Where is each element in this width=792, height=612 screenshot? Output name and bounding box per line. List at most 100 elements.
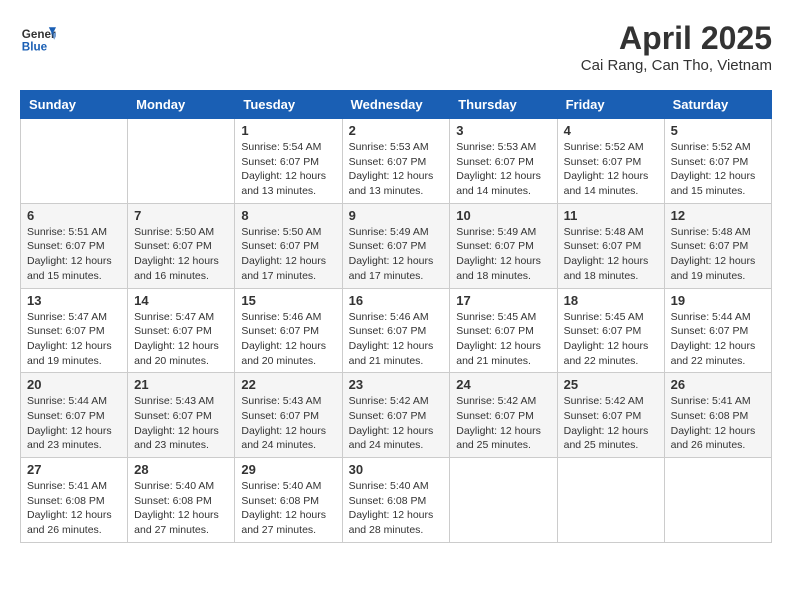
calendar-cell: 30 Sunrise: 5:40 AM Sunset: 6:08 PM Dayli… xyxy=(342,458,450,543)
day-info: Sunrise: 5:52 AM Sunset: 6:07 PM Dayligh… xyxy=(564,140,658,199)
day-info: Sunrise: 5:54 AM Sunset: 6:07 PM Dayligh… xyxy=(241,140,335,199)
day-info: Sunrise: 5:53 AM Sunset: 6:07 PM Dayligh… xyxy=(456,140,550,199)
calendar-table: SundayMondayTuesdayWednesdayThursdayFrid… xyxy=(20,90,772,543)
day-number: 26 xyxy=(671,377,765,392)
calendar-cell xyxy=(450,458,557,543)
day-number: 15 xyxy=(241,293,335,308)
title-block: April 2025 Cai Rang, Can Tho, Vietnam xyxy=(581,20,772,74)
day-info: Sunrise: 5:50 AM Sunset: 6:07 PM Dayligh… xyxy=(241,225,335,284)
day-number: 8 xyxy=(241,208,335,223)
calendar-cell: 22 Sunrise: 5:43 AM Sunset: 6:07 PM Dayli… xyxy=(235,373,342,458)
calendar-day-header: Wednesday xyxy=(342,91,450,119)
calendar-week-row: 20 Sunrise: 5:44 AM Sunset: 6:07 PM Dayli… xyxy=(21,373,772,458)
logo: General Blue xyxy=(20,20,56,56)
day-number: 28 xyxy=(134,462,228,477)
day-number: 6 xyxy=(27,208,121,223)
day-number: 19 xyxy=(671,293,765,308)
day-number: 9 xyxy=(349,208,444,223)
day-info: Sunrise: 5:48 AM Sunset: 6:07 PM Dayligh… xyxy=(564,225,658,284)
day-number: 2 xyxy=(349,123,444,138)
calendar-cell: 8 Sunrise: 5:50 AM Sunset: 6:07 PM Daylig… xyxy=(235,203,342,288)
calendar-cell: 11 Sunrise: 5:48 AM Sunset: 6:07 PM Dayli… xyxy=(557,203,664,288)
month-title: April 2025 xyxy=(581,20,772,57)
calendar-cell: 12 Sunrise: 5:48 AM Sunset: 6:07 PM Dayli… xyxy=(664,203,771,288)
calendar-cell: 27Sunrise: 5:41 AM Sunset: 6:08 PM Dayli… xyxy=(21,458,128,543)
day-info: Sunrise: 5:42 AM Sunset: 6:07 PM Dayligh… xyxy=(349,394,444,453)
day-number: 16 xyxy=(349,293,444,308)
day-info: Sunrise: 5:49 AM Sunset: 6:07 PM Dayligh… xyxy=(349,225,444,284)
calendar-cell: 6 Sunrise: 5:51 AM Sunset: 6:07 PM Daylig… xyxy=(21,203,128,288)
day-info: Sunrise: 5:45 AM Sunset: 6:07 PM Dayligh… xyxy=(456,310,550,369)
day-info: Sunrise: 5:43 AM Sunset: 6:07 PM Dayligh… xyxy=(241,394,335,453)
calendar-cell: 7Sunrise: 5:50 AM Sunset: 6:07 PM Daylig… xyxy=(128,203,235,288)
day-info: Sunrise: 5:47 AM Sunset: 6:07 PM Dayligh… xyxy=(134,310,228,369)
calendar-cell: 23 Sunrise: 5:42 AM Sunset: 6:07 PM Dayli… xyxy=(342,373,450,458)
day-info: Sunrise: 5:42 AM Sunset: 6:07 PM Dayligh… xyxy=(456,394,550,453)
calendar-cell: 17 Sunrise: 5:45 AM Sunset: 6:07 PM Dayli… xyxy=(450,288,557,373)
calendar-cell xyxy=(557,458,664,543)
day-info: Sunrise: 5:41 AM Sunset: 6:08 PM Dayligh… xyxy=(27,479,121,538)
day-number: 12 xyxy=(671,208,765,223)
day-info: Sunrise: 5:49 AM Sunset: 6:07 PM Dayligh… xyxy=(456,225,550,284)
calendar-cell: 13 Sunrise: 5:47 AM Sunset: 6:07 PM Dayli… xyxy=(21,288,128,373)
calendar-day-header: Sunday xyxy=(21,91,128,119)
day-number: 3 xyxy=(456,123,550,138)
day-number: 24 xyxy=(456,377,550,392)
calendar-cell: 15 Sunrise: 5:46 AM Sunset: 6:07 PM Dayli… xyxy=(235,288,342,373)
day-info: Sunrise: 5:46 AM Sunset: 6:07 PM Dayligh… xyxy=(241,310,335,369)
day-number: 18 xyxy=(564,293,658,308)
day-number: 7 xyxy=(134,208,228,223)
day-number: 17 xyxy=(456,293,550,308)
day-info: Sunrise: 5:42 AM Sunset: 6:07 PM Dayligh… xyxy=(564,394,658,453)
svg-text:Blue: Blue xyxy=(22,41,48,54)
day-number: 23 xyxy=(349,377,444,392)
calendar-cell: 16Sunrise: 5:46 AM Sunset: 6:07 PM Dayli… xyxy=(342,288,450,373)
day-info: Sunrise: 5:47 AM Sunset: 6:07 PM Dayligh… xyxy=(27,310,121,369)
calendar-week-row: 13 Sunrise: 5:47 AM Sunset: 6:07 PM Dayli… xyxy=(21,288,772,373)
day-number: 25 xyxy=(564,377,658,392)
day-number: 29 xyxy=(241,462,335,477)
calendar-cell: 9 Sunrise: 5:49 AM Sunset: 6:07 PM Daylig… xyxy=(342,203,450,288)
calendar-week-row: 1 Sunrise: 5:54 AM Sunset: 6:07 PM Daylig… xyxy=(21,119,772,204)
calendar-cell: 25 Sunrise: 5:42 AM Sunset: 6:07 PM Dayli… xyxy=(557,373,664,458)
day-info: Sunrise: 5:51 AM Sunset: 6:07 PM Dayligh… xyxy=(27,225,121,284)
calendar-week-row: 27Sunrise: 5:41 AM Sunset: 6:08 PM Dayli… xyxy=(21,458,772,543)
day-info: Sunrise: 5:48 AM Sunset: 6:07 PM Dayligh… xyxy=(671,225,765,284)
calendar-cell: 20 Sunrise: 5:44 AM Sunset: 6:07 PM Dayli… xyxy=(21,373,128,458)
calendar-cell xyxy=(21,119,128,204)
day-info: Sunrise: 5:43 AM Sunset: 6:07 PM Dayligh… xyxy=(134,394,228,453)
calendar-cell: 5 Sunrise: 5:52 AM Sunset: 6:07 PM Daylig… xyxy=(664,119,771,204)
calendar-cell xyxy=(128,119,235,204)
day-number: 14 xyxy=(134,293,228,308)
day-number: 10 xyxy=(456,208,550,223)
day-info: Sunrise: 5:45 AM Sunset: 6:07 PM Dayligh… xyxy=(564,310,658,369)
day-number: 30 xyxy=(349,462,444,477)
day-info: Sunrise: 5:40 AM Sunset: 6:08 PM Dayligh… xyxy=(134,479,228,538)
calendar-cell xyxy=(664,458,771,543)
calendar-cell: 21 Sunrise: 5:43 AM Sunset: 6:07 PM Dayli… xyxy=(128,373,235,458)
day-number: 21 xyxy=(134,377,228,392)
day-number: 13 xyxy=(27,293,121,308)
calendar-day-header: Tuesday xyxy=(235,91,342,119)
calendar-cell: 3 Sunrise: 5:53 AM Sunset: 6:07 PM Daylig… xyxy=(450,119,557,204)
day-number: 22 xyxy=(241,377,335,392)
day-number: 20 xyxy=(27,377,121,392)
day-info: Sunrise: 5:44 AM Sunset: 6:07 PM Dayligh… xyxy=(27,394,121,453)
calendar-cell: 28 Sunrise: 5:40 AM Sunset: 6:08 PM Dayli… xyxy=(128,458,235,543)
calendar-day-header: Friday xyxy=(557,91,664,119)
day-info: Sunrise: 5:40 AM Sunset: 6:08 PM Dayligh… xyxy=(349,479,444,538)
day-number: 11 xyxy=(564,208,658,223)
calendar-cell: 29 Sunrise: 5:40 AM Sunset: 6:08 PM Dayli… xyxy=(235,458,342,543)
day-info: Sunrise: 5:40 AM Sunset: 6:08 PM Dayligh… xyxy=(241,479,335,538)
calendar-day-header: Saturday xyxy=(664,91,771,119)
calendar-cell: 19Sunrise: 5:44 AM Sunset: 6:07 PM Dayli… xyxy=(664,288,771,373)
location-subtitle: Cai Rang, Can Tho, Vietnam xyxy=(581,57,772,74)
day-number: 1 xyxy=(241,123,335,138)
calendar-week-row: 6 Sunrise: 5:51 AM Sunset: 6:07 PM Daylig… xyxy=(21,203,772,288)
day-number: 5 xyxy=(671,123,765,138)
calendar-cell: 1 Sunrise: 5:54 AM Sunset: 6:07 PM Daylig… xyxy=(235,119,342,204)
day-info: Sunrise: 5:52 AM Sunset: 6:07 PM Dayligh… xyxy=(671,140,765,199)
calendar-cell: 10 Sunrise: 5:49 AM Sunset: 6:07 PM Dayli… xyxy=(450,203,557,288)
calendar-header-row: SundayMondayTuesdayWednesdayThursdayFrid… xyxy=(21,91,772,119)
calendar-cell: 14 Sunrise: 5:47 AM Sunset: 6:07 PM Dayli… xyxy=(128,288,235,373)
